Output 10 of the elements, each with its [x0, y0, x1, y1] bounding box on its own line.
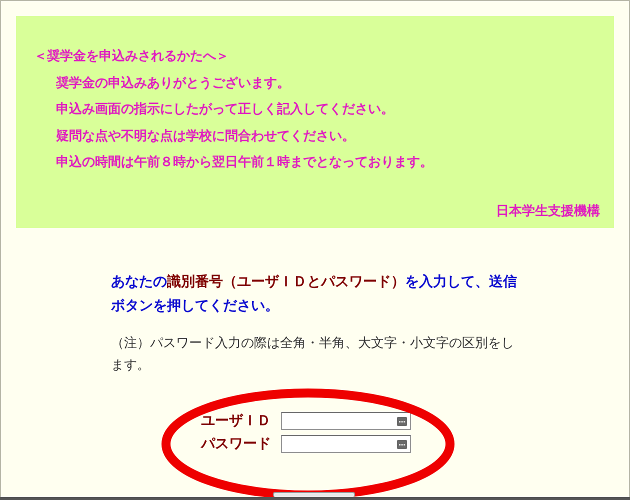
field-label: パスワード: [201, 435, 271, 453]
instruction-text: あなたの識別番号（ユーザＩＤとパスワード）を入力して、送信ボタンを押してください。: [111, 273, 518, 316]
notice-text: 疑問な点や不明な点は学校に問合わせてください。: [56, 128, 355, 144]
notice-heading: ＜奨学金を申込みされるかたへ＞: [34, 48, 230, 66]
notice-text: 奨学金の申込みありがとうございます。: [56, 76, 290, 90]
field-label: ユーザＩＤ: [201, 412, 271, 430]
notice-text: 申込の時間は午前８時から翌日午前１時までとなっております。: [56, 155, 433, 170]
notice-text: 申込み画面の指示にしたがって正しく記入してください。: [56, 102, 394, 117]
note-text: （注）パスワード入力の際は全角・半角、大文字・小文字の区別をします。: [111, 335, 515, 375]
organization-name: 日本学生支援機構: [496, 204, 600, 218]
